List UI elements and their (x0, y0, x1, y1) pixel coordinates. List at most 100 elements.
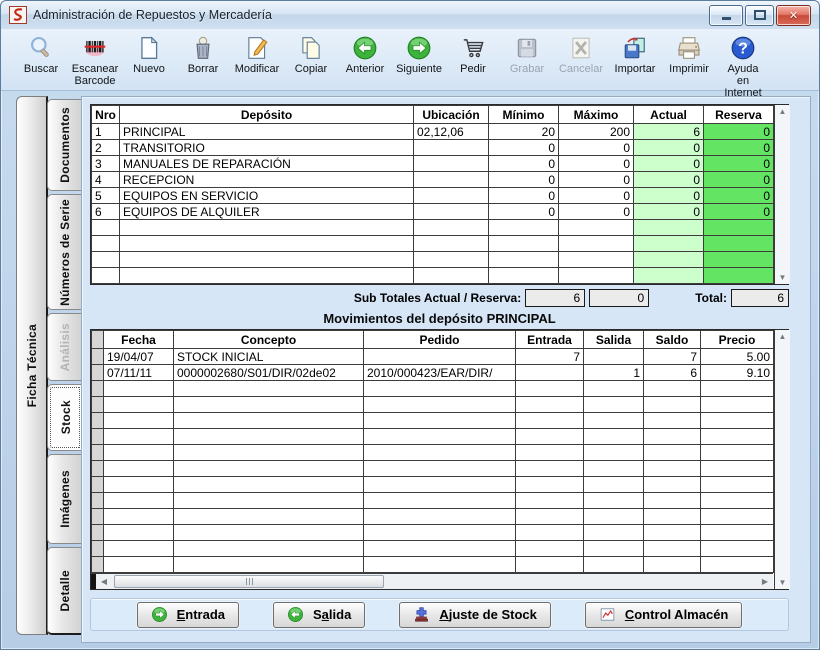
scroll-left-icon[interactable]: ◀ (96, 577, 112, 586)
column-header (92, 331, 104, 349)
toolbar-button-escanear-barcode[interactable]: Escanear Barcode (69, 33, 121, 89)
toolbar-button-anterior[interactable]: Anterior (339, 33, 391, 77)
tab-documentos[interactable]: Documentos (47, 99, 81, 191)
toolbar-button-buscar[interactable]: Buscar (15, 33, 67, 77)
movements-horizontal-scrollbar[interactable]: ◀ ▶ (91, 573, 773, 589)
deposit-row[interactable]: 1PRINCIPAL02,12,062020060 (92, 124, 774, 140)
green-left-icon (287, 606, 304, 623)
cell (92, 220, 120, 236)
cell (584, 397, 644, 413)
control-almacen-button[interactable]: Control Almacén (585, 602, 743, 628)
tab-numeros-de-serie[interactable]: Números de Serie (47, 194, 81, 310)
empty-row[interactable] (92, 493, 774, 509)
cell (701, 525, 774, 541)
toolbar-button-pedir[interactable]: Pedir (447, 33, 499, 77)
cancel-icon (568, 35, 594, 61)
scroll-down-icon[interactable]: ▼ (779, 578, 787, 587)
empty-row[interactable] (92, 445, 774, 461)
empty-row[interactable] (92, 268, 774, 284)
empty-row[interactable] (92, 413, 774, 429)
save-icon (514, 35, 540, 61)
cell (92, 509, 104, 525)
toolbar-button-imprimir[interactable]: Imprimir (663, 33, 715, 77)
deposit-row[interactable]: 2TRANSITORIO0000 (92, 140, 774, 156)
empty-row[interactable] (92, 220, 774, 236)
deposit-row[interactable]: 5EQUIPOS EN SERVICIO0000 (92, 188, 774, 204)
cell (174, 445, 364, 461)
movement-row[interactable]: 19/04/07STOCK INICIAL775.00 (92, 349, 774, 365)
toolbar-button-importar[interactable]: Importar (609, 33, 661, 77)
cell (516, 509, 584, 525)
tab-stock[interactable]: Stock (47, 384, 83, 451)
toolbar-button-cancelar: Cancelar (555, 33, 607, 77)
tab-ficha-tecnica[interactable]: Ficha Técnica (16, 96, 48, 635)
cell (516, 477, 584, 493)
cell: 0 (704, 140, 774, 156)
column-header: Pedido (364, 331, 516, 349)
deposit-row[interactable]: 6EQUIPOS DE ALQUILER0000 (92, 204, 774, 220)
empty-row[interactable] (92, 381, 774, 397)
toolbar-button-label: Pedir (460, 63, 486, 75)
window-body: Ficha Técnica Documentos Números de Serie… (1, 91, 819, 650)
cell: 6 (92, 204, 120, 220)
column-header: Fecha (104, 331, 174, 349)
cell (364, 413, 516, 429)
empty-row[interactable] (92, 397, 774, 413)
tab-label: Números de Serie (58, 199, 72, 306)
empty-row[interactable] (92, 429, 774, 445)
toolbar-button-nuevo[interactable]: Nuevo (123, 33, 175, 77)
chart-icon (599, 606, 616, 623)
cell (559, 236, 634, 252)
entrada-button[interactable]: Entrada (137, 602, 239, 628)
cell (489, 220, 559, 236)
cell (516, 429, 584, 445)
toolbar-button-modificar[interactable]: Modificar (231, 33, 283, 77)
cell: TRANSITORIO (120, 140, 414, 156)
cell (92, 413, 104, 429)
toolbar-button-siguiente[interactable]: Siguiente (393, 33, 445, 77)
cell (174, 429, 364, 445)
empty-row[interactable] (92, 461, 774, 477)
cell (584, 493, 644, 509)
deposit-row[interactable]: 4RECEPCION0000 (92, 172, 774, 188)
cell (174, 397, 364, 413)
cell (92, 461, 104, 477)
toolbar-button-label: Siguiente (396, 63, 442, 75)
column-header: Concepto (174, 331, 364, 349)
empty-row[interactable] (92, 541, 774, 557)
footer-buttons: Entrada Salida Ajuste de Stock Control Alma… (90, 598, 789, 631)
deposits-vertical-scrollbar[interactable]: ▲ ▼ (774, 105, 790, 284)
scroll-up-icon[interactable]: ▲ (779, 107, 787, 116)
cell (634, 220, 704, 236)
movements-vertical-scrollbar[interactable]: ▲ ▼ (774, 330, 790, 589)
tab-detalle[interactable]: Detalle (47, 547, 81, 635)
salida-button[interactable]: Salida (273, 602, 365, 628)
column-header: Salida (584, 331, 644, 349)
maximize-button[interactable] (745, 5, 774, 26)
deposit-row[interactable]: 3MANUALES DE REPARACIÓN0000 (92, 156, 774, 172)
empty-row[interactable] (92, 477, 774, 493)
cell: 07/11/11 (104, 365, 174, 381)
close-button[interactable]: ✕ (776, 5, 811, 26)
empty-row[interactable] (92, 236, 774, 252)
ajuste-de-stock-button[interactable]: Ajuste de Stock (399, 602, 551, 628)
empty-row[interactable] (92, 252, 774, 268)
scroll-down-icon[interactable]: ▼ (779, 273, 787, 282)
scrollbar-thumb[interactable] (114, 575, 384, 588)
cell (644, 509, 701, 525)
toolbar-button-borrar[interactable]: Borrar (177, 33, 229, 77)
tab-imagenes[interactable]: Imágenes (47, 454, 81, 544)
cell (584, 429, 644, 445)
empty-row[interactable] (92, 509, 774, 525)
cell (584, 541, 644, 557)
empty-row[interactable] (92, 557, 774, 573)
movement-row[interactable]: 07/11/110000002680/S01/DIR/02de022010/00… (92, 365, 774, 381)
minimize-button[interactable] (709, 5, 743, 26)
cell (644, 381, 701, 397)
empty-row[interactable] (92, 525, 774, 541)
cell: 0 (559, 204, 634, 220)
cell (92, 381, 104, 397)
toolbar-button-copiar[interactable]: Copiar (285, 33, 337, 77)
scroll-right-icon[interactable]: ▶ (757, 577, 773, 586)
scroll-up-icon[interactable]: ▲ (779, 332, 787, 341)
